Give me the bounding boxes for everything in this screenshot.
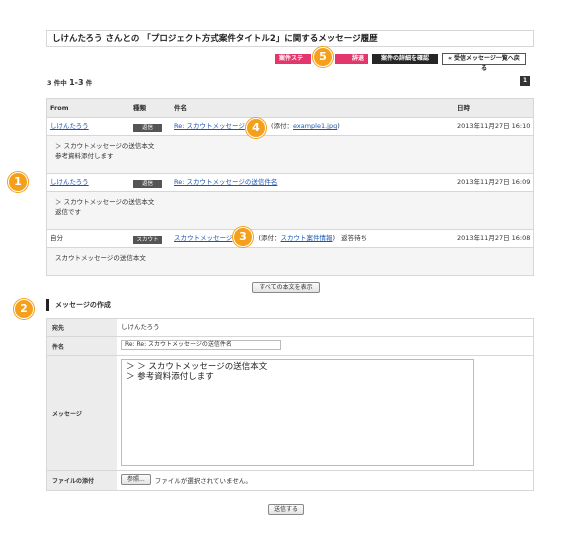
result-count-prefix: 3 件中 (47, 79, 67, 87)
body-line: スカウトメッセージの送信本文 (55, 254, 146, 262)
to-value: しけんたろう (121, 323, 160, 331)
table-row: しけんたろう 返信 Re: スカウトメッセージの送信件名 2013年11月27日… (47, 174, 533, 192)
attachment-prefix: (添付： (270, 122, 293, 130)
result-count-suffix: 件 (85, 79, 93, 87)
message-row: メッセージ ＞ ＞ スカウトメッセージの送信本文 ＞ 参考資料添付します (47, 356, 533, 471)
page-title: しけんたろう さんとの 「プロジェクト方式案件タイトル2」に関するメッセージ履歴 (46, 30, 534, 47)
sender-link[interactable]: しけんたろう (50, 118, 89, 135)
no-file-selected-text: ファイルが選択されていません。 (154, 476, 252, 485)
subject-label: 件名 (47, 337, 117, 355)
message-body: ＞ スカウトメッセージの送信本文 参考資料添付します (47, 136, 533, 174)
type-badge: 返信 (133, 180, 162, 188)
callout-badge-5: 5 (313, 47, 333, 67)
callout-badge-2: 2 (14, 299, 34, 319)
attachment-label: ファイルの添付 (47, 471, 117, 490)
reply-status: 返答待ち (341, 234, 368, 242)
date-cell: 2013年11月27日 16:08 (457, 234, 531, 242)
attachment-link[interactable]: example1.jpg (293, 122, 337, 130)
header-subject: 件名 (174, 104, 187, 112)
result-count: 3 件中 1-3 件 (47, 77, 92, 87)
subject-cell: スカウトメッセージ (添付：スカウト案件情報) 返答待ち (174, 230, 367, 247)
type-badge: スカウト (133, 236, 162, 244)
subject-input[interactable]: Re: Re: スカウトメッセージの送信件名 (121, 340, 281, 350)
browse-file-button[interactable]: 参照... (121, 474, 151, 485)
callout-badge-3: 3 (233, 227, 253, 247)
header-date: 日時 (457, 104, 470, 112)
body-line: ＞ スカウトメッセージの送信本文 (55, 198, 155, 206)
body-line: 返信です (55, 208, 81, 216)
attachment-prefix: (添付： (258, 234, 281, 242)
subject-link[interactable]: Re: スカウトメッセージの送信件名 (174, 174, 277, 191)
sender-self: 自分 (50, 234, 63, 242)
table-header: From 種類 件名 日時 (47, 99, 533, 118)
double-chevron-left-icon: « (448, 55, 452, 62)
message-textarea[interactable]: ＞ ＞ スカウトメッセージの送信本文 ＞ 参考資料添付します (121, 359, 474, 466)
date-cell: 2013年11月27日 16:09 (457, 178, 531, 186)
show-all-bodies-button[interactable]: すべての本文を表示 (252, 282, 320, 293)
date-cell: 2013年11月27日 16:10 (457, 122, 531, 130)
sender-link[interactable]: しけんたろう (50, 174, 89, 191)
decline-button[interactable]: 辞退 (335, 54, 368, 64)
to-label: 宛先 (47, 319, 117, 336)
send-button[interactable]: 送信する (268, 504, 304, 515)
attachment-suffix: ) (337, 122, 340, 130)
body-line: ＞ スカウトメッセージの送信本文 (55, 142, 155, 150)
attachment-link[interactable]: スカウト案件情報 (281, 234, 333, 242)
project-status-button[interactable]: 案件ステータス (275, 54, 311, 72)
pagination-current-page[interactable]: 1 (520, 76, 530, 86)
header-type: 種類 (133, 104, 146, 112)
compose-form: 宛先 しけんたろう 件名 Re: Re: スカウトメッセージの送信件名 メッセー… (46, 318, 534, 491)
callout-badge-1: 1 (8, 172, 28, 192)
header-from: From (50, 104, 69, 112)
back-to-inbox-button[interactable]: « 受信メッセージ一覧へ戻る (442, 53, 526, 72)
message-label: メッセージ (47, 356, 117, 470)
subject-row: 件名 Re: Re: スカウトメッセージの送信件名 (47, 337, 533, 356)
table-row: 自分 スカウト スカウトメッセージ (添付：スカウト案件情報) 返答待ち 201… (47, 230, 533, 248)
view-project-detail-button[interactable]: 案件の詳細を確認 (372, 54, 438, 64)
to-row: 宛先 しけんたろう (47, 319, 533, 337)
subject-link[interactable]: Re: スカウトメッセージ (174, 122, 245, 130)
subject-link[interactable]: スカウトメッセージ (174, 234, 232, 242)
back-to-inbox-label: 受信メッセージ一覧へ戻る (454, 55, 520, 72)
message-table: From 種類 件名 日時 しけんたろう 返信 Re: スカウトメッセージ (添… (46, 98, 534, 276)
message-body: ＞ スカウトメッセージの送信本文 返信です (47, 192, 533, 230)
attachment-row: ファイルの添付 参照... ファイルが選択されていません。 (47, 471, 533, 490)
callout-badge-4: 4 (246, 118, 266, 138)
result-count-range: 1-3 (69, 78, 84, 87)
type-badge: 返信 (133, 124, 162, 132)
body-line: 参考資料添付します (55, 152, 114, 160)
message-body: スカウトメッセージの送信本文 (47, 248, 533, 275)
compose-heading: メッセージの作成 (46, 299, 111, 311)
attachment-suffix: ) (332, 234, 336, 242)
table-row: しけんたろう 返信 Re: スカウトメッセージ (添付：example1.jpg… (47, 118, 533, 136)
